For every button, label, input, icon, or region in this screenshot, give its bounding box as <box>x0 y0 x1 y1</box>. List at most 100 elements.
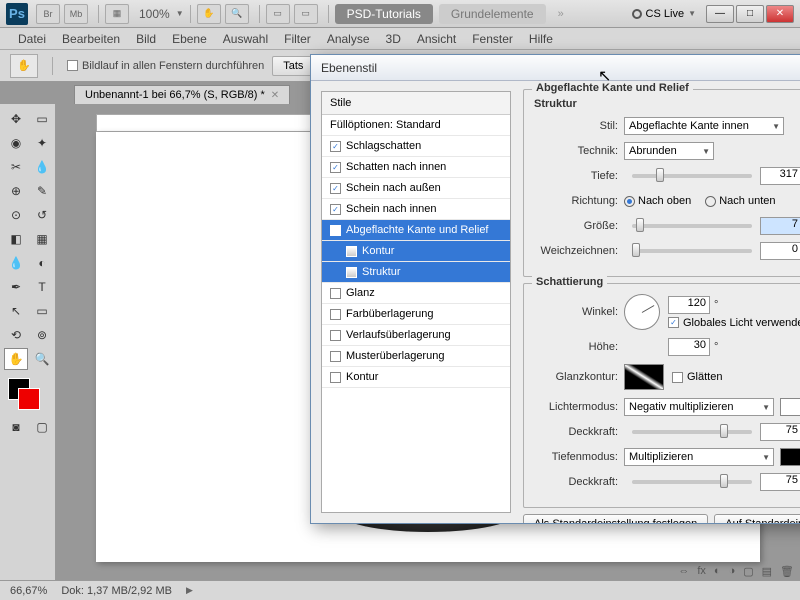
new-layer-icon[interactable]: ▤ <box>762 565 772 578</box>
zoom-tool[interactable]: 🔍 <box>30 348 54 370</box>
blend-options-row[interactable]: Füllöptionen: Standard <box>322 115 510 136</box>
eraser-tool[interactable]: ◧ <box>4 228 28 250</box>
lichtermodus-select[interactable]: Negativ multiplizieren <box>624 398 774 416</box>
color-swatches[interactable] <box>4 378 54 414</box>
fx-icon[interactable]: fx <box>697 565 706 578</box>
deckkraft-hi-slider[interactable] <box>632 430 752 434</box>
menu-analyse[interactable]: Analyse <box>319 32 378 46</box>
dialog-titlebar[interactable]: Ebenenstil <box>311 55 800 81</box>
close-icon[interactable]: ✕ <box>271 90 279 101</box>
crop-tool[interactable]: ✂ <box>4 156 28 178</box>
groesse-slider[interactable] <box>632 224 752 228</box>
deckkraft-hi-input[interactable]: 75 <box>760 423 800 441</box>
history-brush-tool[interactable]: ↺ <box>30 204 54 226</box>
more-chevron[interactable]: » <box>558 8 564 20</box>
3d-tool[interactable]: ⟲ <box>4 324 28 346</box>
shadow-color[interactable] <box>780 448 800 466</box>
status-doc[interactable]: Dok: 1,37 MB/2,92 MB <box>61 585 172 597</box>
trash-icon[interactable]: 🗑 <box>780 565 794 578</box>
gradient-tool[interactable]: ▦ <box>30 228 54 250</box>
make-default-button[interactable]: Als Standardeinstellung festlegen <box>523 514 708 523</box>
stil-select[interactable]: Abgeflachte Kante innen <box>624 117 784 135</box>
zoom-level[interactable]: 100% <box>133 7 176 21</box>
arrange-btn[interactable]: ▭ <box>266 4 290 24</box>
style-struktur-sub[interactable]: Struktur <box>322 262 510 283</box>
groesse-input[interactable]: 7 <box>760 217 800 235</box>
marquee-tool[interactable]: ▭ <box>30 108 54 130</box>
style-schein-aussen[interactable]: Schein nach außen <box>322 178 510 199</box>
dodge-tool[interactable]: ◐ <box>30 252 54 274</box>
menu-bearbeiten[interactable]: Bearbeiten <box>54 32 128 46</box>
menu-hilfe[interactable]: Hilfe <box>521 32 561 46</box>
bridge-btn[interactable]: Br <box>36 4 60 24</box>
status-zoom[interactable]: 66,67% <box>10 585 47 597</box>
folder-icon[interactable]: ▢ <box>743 565 753 578</box>
menu-datei[interactable]: Datei <box>10 32 54 46</box>
camera-tool[interactable]: ⊚ <box>30 324 54 346</box>
richtung-down-radio[interactable]: Nach unten <box>705 195 775 207</box>
global-light-checkbox[interactable]: Globales Licht verwenden <box>668 317 800 329</box>
menu-filter[interactable]: Filter <box>276 32 319 46</box>
grundelemente-pill[interactable]: Grundelemente <box>439 4 546 24</box>
minibridge-btn[interactable]: Mb <box>64 4 88 24</box>
adjust-icon[interactable]: ◑ <box>729 565 736 578</box>
glaetten-checkbox[interactable]: Glätten <box>672 371 722 383</box>
lasso-tool[interactable]: ◉ <box>4 132 28 154</box>
wand-tool[interactable]: ✦ <box>30 132 54 154</box>
blur-tool[interactable]: 💧 <box>4 252 28 274</box>
weich-input[interactable]: 0 <box>760 242 800 260</box>
minimize-button[interactable]: — <box>706 5 734 23</box>
tiefenmodus-select[interactable]: Multiplizieren <box>624 448 774 466</box>
close-button[interactable]: ✕ <box>766 5 794 23</box>
style-kontur[interactable]: Kontur <box>322 367 510 388</box>
menu-bild[interactable]: Bild <box>128 32 164 46</box>
document-tab[interactable]: Unbenannt-1 bei 66,7% (S, RGB/8) * ✕ <box>74 85 290 104</box>
move-tool[interactable]: ✥ <box>4 108 28 130</box>
psd-tutorials-pill[interactable]: PSD-Tutorials <box>335 4 433 24</box>
hand-toolbar-btn[interactable]: ✋ <box>197 4 221 24</box>
zoom-toolbar-btn[interactable]: 🔍 <box>225 4 249 24</box>
screenmode-tool[interactable]: ▢ <box>30 416 54 438</box>
style-schlagschatten[interactable]: Schlagschatten <box>322 136 510 157</box>
style-schatten-innen[interactable]: Schatten nach innen <box>322 157 510 178</box>
menu-fenster[interactable]: Fenster <box>464 32 521 46</box>
style-glanz[interactable]: Glanz <box>322 283 510 304</box>
eyedropper-tool[interactable]: 💧 <box>30 156 54 178</box>
maximize-button[interactable]: □ <box>736 5 764 23</box>
bildlauf-checkbox[interactable]: Bildlauf in allen Fenstern durchführen <box>67 60 264 72</box>
style-bevel[interactable]: Abgeflachte Kante und Relief <box>322 220 510 241</box>
deckkraft-lo-input[interactable]: 75 <box>760 473 800 491</box>
deckkraft-lo-slider[interactable] <box>632 480 752 484</box>
quickmask-tool[interactable]: ◙ <box>4 416 28 438</box>
type-tool[interactable]: T <box>30 276 54 298</box>
tiefe-input[interactable]: 317 <box>760 167 800 185</box>
style-verlaufsueberlagerung[interactable]: Verlaufsüberlagerung <box>322 325 510 346</box>
winkel-input[interactable]: 120 <box>668 296 710 314</box>
cs-live[interactable]: CS Live▼ <box>632 8 696 20</box>
weich-slider[interactable] <box>632 249 752 253</box>
angle-widget[interactable] <box>624 294 660 330</box>
hand-tool[interactable]: ✋ <box>4 348 28 370</box>
highlight-color[interactable] <box>780 398 800 416</box>
pen-tool[interactable]: ✒ <box>4 276 28 298</box>
screenmode-btn[interactable]: ▭ <box>294 4 318 24</box>
stamp-tool[interactable]: ⊙ <box>4 204 28 226</box>
view-extras-btn[interactable]: ▦ <box>105 4 129 24</box>
current-tool-icon[interactable]: ✋ <box>10 54 38 78</box>
style-farbueberlagerung[interactable]: Farbüberlagerung <box>322 304 510 325</box>
shape-tool[interactable]: ▭ <box>30 300 54 322</box>
style-kontur-sub[interactable]: Kontur <box>322 241 510 262</box>
style-schein-innen[interactable]: Schein nach innen <box>322 199 510 220</box>
mask-icon[interactable]: ◐ <box>714 565 721 578</box>
gloss-contour-picker[interactable] <box>624 364 664 390</box>
background-swatch[interactable] <box>18 388 40 410</box>
tats-button[interactable]: Tats <box>272 56 314 76</box>
hoehe-input[interactable]: 30 <box>668 338 710 356</box>
brush-tool[interactable]: ✎ <box>30 180 54 202</box>
richtung-up-radio[interactable]: Nach oben <box>624 195 691 207</box>
menu-ansicht[interactable]: Ansicht <box>409 32 464 46</box>
link-icon[interactable]: ⇔ <box>678 565 689 578</box>
menu-ebene[interactable]: Ebene <box>164 32 215 46</box>
style-musterueberlagerung[interactable]: Musterüberlagerung <box>322 346 510 367</box>
menu-3d[interactable]: 3D <box>378 32 409 46</box>
